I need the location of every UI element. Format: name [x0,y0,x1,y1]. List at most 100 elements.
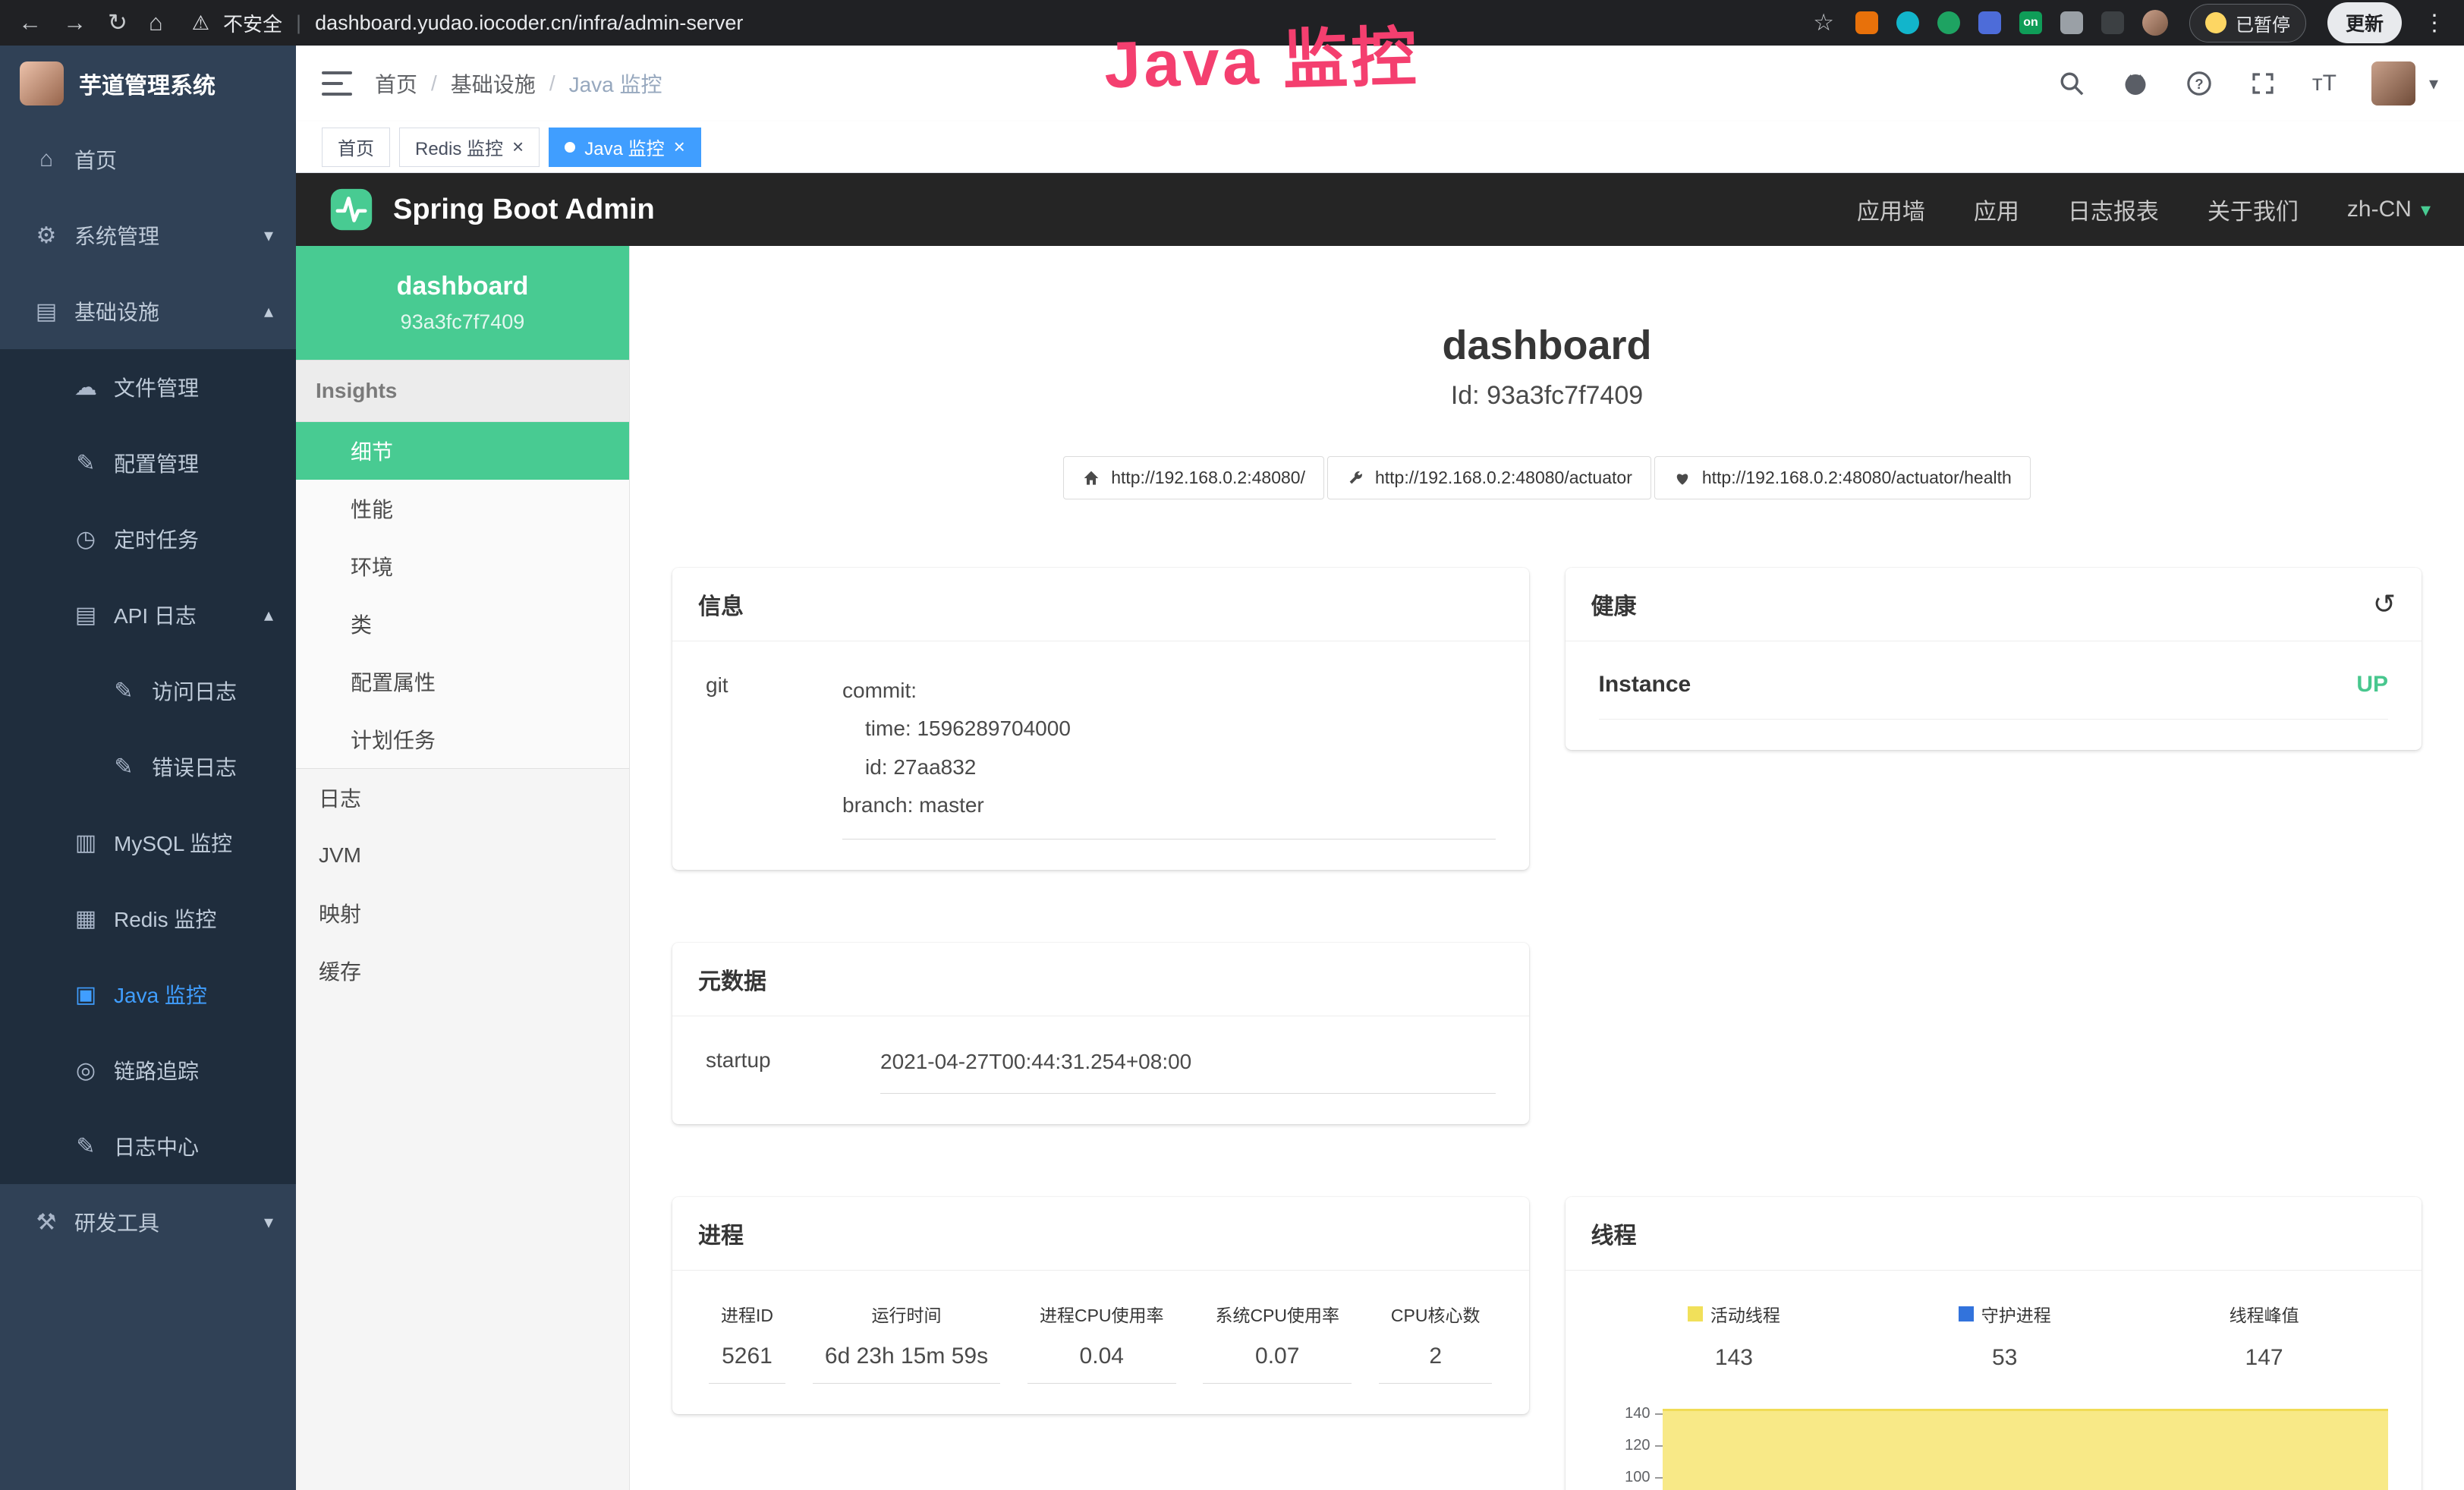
sidebar-item-file-manage[interactable]: ☁ 文件管理 [0,349,296,425]
sidebar-item-label: 系统管理 [74,220,159,250]
close-icon[interactable]: × [512,135,524,159]
tab-java-monitor[interactable]: Java 监控 × [549,128,701,167]
sba-item-mappings[interactable]: 映射 [296,884,629,942]
sba-item-environment[interactable]: 环境 [296,537,629,595]
sba-nav-about[interactable]: 关于我们 [2208,193,2299,226]
extension-green-icon[interactable] [1937,11,1960,34]
sidebar-item-scheduled-jobs[interactable]: ◷ 定时任务 [0,501,296,577]
sba-nav-journal[interactable]: 日志报表 [2068,193,2159,226]
infrastructure-icon: ▤ [30,298,62,325]
app-logo-title: 芋道管理系统 [79,67,216,100]
process-stat-value: 0.07 [1255,1344,1299,1369]
sidebar-item-devtools[interactable]: ⚒ 研发工具 ▾ [0,1184,296,1260]
fullscreen-icon[interactable] [2248,69,2277,98]
instance-header[interactable]: dashboard 93a3fc7f7409 [296,246,629,360]
update-button[interactable]: 更新 [2327,2,2402,43]
java-monitor-icon: ▣ [70,981,102,1008]
sidebar-item-home[interactable]: ⌂ 首页 [0,121,296,197]
sidebar-item-infrastructure[interactable]: ▤ 基础设施 ▴ [0,273,296,349]
close-icon[interactable]: × [674,135,685,159]
heart-icon [1673,469,1691,487]
security-label: 不安全 [223,9,282,37]
sba-nav: 应用墙 应用 日志报表 关于我们 zh-CN ▾ [1857,193,2431,226]
instance-id: 93a3fc7f7409 [401,310,525,334]
address-bar[interactable]: ⚠ 不安全 | dashboard.yudao.iocoder.cn/infra… [192,9,744,37]
sidebar-item-label: Redis 监控 [114,903,216,934]
process-stats-row: 进程ID 5261 运行时间 6d 23h 15m 59s 进程CPU使用率 0… [706,1301,1496,1384]
sba-nav-wallboard[interactable]: 应用墙 [1857,193,1925,226]
sba-brand-title[interactable]: Spring Boot Admin [393,194,655,226]
extension-fox-icon[interactable] [1855,11,1878,34]
sba-item-jvm[interactable]: JVM [296,827,629,884]
extension-grid-icon[interactable] [1978,11,2001,34]
metadata-card: 元数据 startup 2021-04-27T00:44:31.254+08:0… [672,943,1529,1124]
extension-drop-icon[interactable] [1896,11,1919,34]
git-branch-line: branch: master [842,786,1496,824]
legend-label: 线程峰值 [2230,1301,2299,1327]
process-stat: 进程CPU使用率 0.04 [1027,1301,1176,1384]
breadcrumb-home[interactable]: 首页 [375,68,417,99]
wrench-icon [1346,469,1364,487]
home-icon: ⌂ [30,146,62,172]
sba-item-config-props[interactable]: 配置属性 [296,653,629,710]
sidebar-item-mysql-monitor[interactable]: ▥ MySQL 监控 [0,805,296,880]
sidebar-item-system[interactable]: ⚙ 系统管理 ▾ [0,197,296,273]
paused-label: 已暂停 [2236,10,2290,36]
sba-nav-applications[interactable]: 应用 [1974,193,2019,226]
browser-chrome: ← → ↻ ⌂ ⚠ 不安全 | dashboard.yudao.iocoder.… [0,0,2464,46]
paused-badge[interactable]: 已暂停 [2189,4,2306,43]
sidebar-item-api-logs[interactable]: ▤ API 日志 ▴ [0,577,296,653]
legend-value: 147 [2245,1345,2283,1371]
instance-links: http://192.168.0.2:48080/ http://192.168… [672,456,2422,499]
sidebar-item-trace[interactable]: ◎ 链路追踪 [0,1032,296,1108]
search-icon[interactable] [2057,69,2086,98]
info-card-body: git commit: time: 1596289704000 id: 27aa… [672,641,1529,870]
sba-item-classes[interactable]: 类 [296,595,629,653]
history-icon[interactable]: ↺ [2373,588,2396,620]
extensions-puzzle-icon[interactable] [2101,11,2124,34]
sidebar-item-access-logs[interactable]: ✎ 访问日志 [0,653,296,729]
browser-menu-icon[interactable]: ⋮ [2423,10,2446,36]
hamburger-icon[interactable] [322,71,352,96]
info-card-title: 信息 [698,587,744,621]
help-icon[interactable]: ? [2185,69,2214,98]
back-icon[interactable]: ← [18,9,42,36]
breadcrumb-infrastructure[interactable]: 基础设施 [451,68,536,99]
tab-home[interactable]: 首页 [322,128,390,167]
user-avatar[interactable] [2371,61,2415,106]
github-icon[interactable] [2121,69,2150,98]
metadata-card-header: 元数据 [672,943,1529,1016]
browser-home-icon[interactable]: ⌂ [149,9,163,36]
sidebar-item-java-monitor[interactable]: ▣ Java 监控 [0,956,296,1032]
sidebar-item-redis-monitor[interactable]: ▦ Redis 监控 [0,880,296,956]
browser-profile-avatar[interactable] [2142,10,2168,36]
sidebar-item-label: 基础设施 [74,296,159,326]
access-log-icon: ✎ [108,678,140,704]
health-url-text: http://192.168.0.2:48080/actuator/health [1702,468,2012,488]
service-url-link[interactable]: http://192.168.0.2:48080/ [1063,456,1324,499]
actuator-url-link[interactable]: http://192.168.0.2:48080/actuator [1327,456,1651,499]
locale-selector[interactable]: zh-CN ▾ [2347,197,2431,222]
sba-item-logs[interactable]: 日志 [296,769,629,827]
tab-label: Java 监控 [584,134,664,160]
health-url-link[interactable]: http://192.168.0.2:48080/actuator/health [1654,456,2031,499]
extension-on-badge[interactable]: on [2019,11,2042,34]
sba-item-caches[interactable]: 缓存 [296,942,629,1000]
reload-icon[interactable]: ↻ [108,9,127,36]
text-size-icon[interactable]: тT [2312,71,2337,96]
bookmark-star-icon[interactable]: ☆ [1813,9,1834,36]
sba-item-scheduled-tasks[interactable]: 计划任务 [296,710,629,768]
extension-feather-icon[interactable] [2060,11,2083,34]
sba-sidebar: dashboard 93a3fc7f7409 Insights 细节 性能 环境… [296,246,630,1490]
sidebar-item-log-center[interactable]: ✎ 日志中心 [0,1108,296,1184]
git-id-line: id: 27aa832 [865,748,1496,786]
insights-items: 细节 性能 环境 类 配置属性 计划任务 [296,422,629,769]
error-log-icon: ✎ [108,754,140,780]
sba-item-details[interactable]: 细节 [296,422,629,480]
sidebar-item-config-manage[interactable]: ✎ 配置管理 [0,425,296,501]
sidebar-item-error-logs[interactable]: ✎ 错误日志 [0,729,296,805]
sba-item-metrics[interactable]: 性能 [296,480,629,537]
forward-icon[interactable]: → [63,9,87,36]
sidebar-item-label: Java 监控 [114,979,207,1010]
tab-redis-monitor[interactable]: Redis 监控 × [399,128,540,167]
